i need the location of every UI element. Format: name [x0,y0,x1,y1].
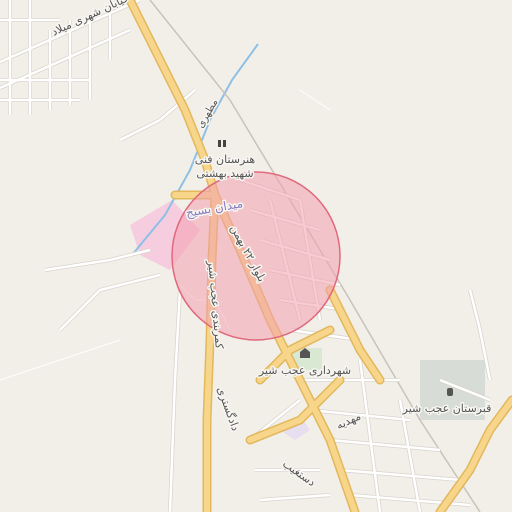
school-label-line2: شهید بهشتی [196,167,253,180]
school-label: هنرستان فنی [195,153,256,166]
cemetery-label: قبرستان عجب شیر [402,402,492,415]
municipality-label: شهرداری عجب شیر [258,364,351,377]
cemetery-icon[interactable] [447,388,453,396]
map-canvas[interactable]: خیابان شهری میلاد مطهری هنرستان فنی شهید… [0,0,512,512]
map-view[interactable]: خیابان شهری میلاد مطهری هنرستان فنی شهید… [0,0,512,512]
